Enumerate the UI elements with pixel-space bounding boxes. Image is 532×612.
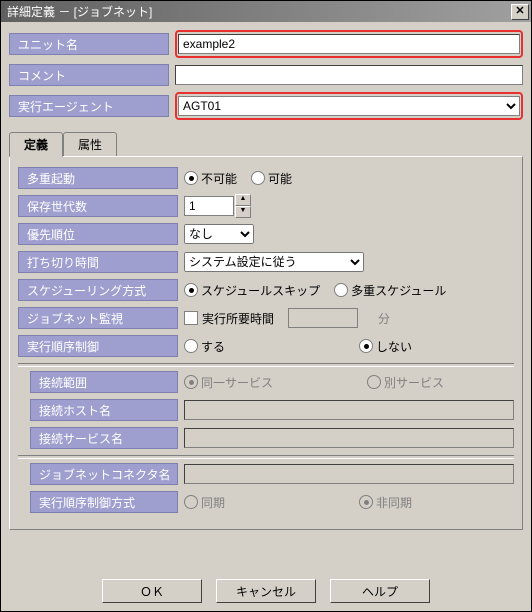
multi-start-no-radio[interactable]: 不可能 xyxy=(184,170,237,187)
priority-label: 優先順位 xyxy=(18,223,178,245)
unit-name-highlight xyxy=(175,30,523,58)
divider xyxy=(18,363,514,367)
generations-stepper[interactable]: ▲▼ xyxy=(184,194,251,218)
generations-label: 保存世代数 xyxy=(18,195,178,217)
comment-label: コメント xyxy=(9,64,169,86)
host-label: 接続ホスト名 xyxy=(30,399,178,421)
agent-select[interactable]: AGT01 xyxy=(178,96,520,116)
host-input xyxy=(184,400,514,420)
tab-bar: 定義 属性 xyxy=(9,134,523,156)
sync-yes-radio: 同期 xyxy=(184,494,225,511)
tab-definition[interactable]: 定義 xyxy=(9,132,63,157)
order-control-label: 実行順序制御 xyxy=(18,335,178,357)
priority-select[interactable]: なし xyxy=(184,224,254,244)
unit-name-input[interactable] xyxy=(178,34,520,54)
monitor-unit: 分 xyxy=(378,310,390,327)
cancel-button[interactable]: キャンセル xyxy=(216,579,316,603)
help-button[interactable]: ヘルプ xyxy=(330,579,430,603)
sync-yes-text: 同期 xyxy=(201,494,225,511)
scheduling-label: スケジューリング方式 xyxy=(18,279,178,301)
monitor-checkbox[interactable]: 実行所要時間 xyxy=(184,310,274,327)
footer-buttons: ＯＫ キャンセル ヘルプ xyxy=(1,579,531,603)
scope-other-radio: 別サービス xyxy=(367,374,444,391)
monitor-label: ジョブネット監視 xyxy=(18,307,178,329)
divider xyxy=(18,455,514,459)
order-no-radio[interactable]: しない xyxy=(359,338,412,355)
comment-input[interactable] xyxy=(175,65,523,85)
order-yes-text: する xyxy=(201,338,225,355)
order-yes-radio[interactable]: する xyxy=(184,338,225,355)
connector-input xyxy=(184,464,514,484)
unit-name-label: ユニット名 xyxy=(9,33,169,55)
definition-panel: 多重起動 不可能 可能 保存世代数 ▲▼ 優先順位 なし 打ち切り時間 xyxy=(9,156,523,530)
monitor-check-text: 実行所要時間 xyxy=(202,310,274,327)
multi-start-yes-radio[interactable]: 可能 xyxy=(251,170,292,187)
multi-start-yes-text: 可能 xyxy=(268,170,292,187)
ok-button[interactable]: ＯＫ xyxy=(102,579,202,603)
top-form: ユニット名 コメント 実行エージェント AGT01 xyxy=(1,22,531,130)
titlebar: 詳細定義 － [ジョブネット] ✕ xyxy=(1,1,531,22)
multi-start-label: 多重起動 xyxy=(18,167,178,189)
multi-start-no-text: 不可能 xyxy=(201,170,237,187)
sync-no-radio: 非同期 xyxy=(359,494,412,511)
order-no-text: しない xyxy=(376,338,412,355)
cutoff-label: 打ち切り時間 xyxy=(18,251,178,273)
sched-multi-radio[interactable]: 多重スケジュール xyxy=(334,282,446,299)
sync-no-text: 非同期 xyxy=(376,494,412,511)
window: 詳細定義 － [ジョブネット] ✕ ユニット名 コメント 実行エージェント AG… xyxy=(0,0,532,612)
tab-attributes[interactable]: 属性 xyxy=(63,132,117,156)
sync-method-label: 実行順序制御方式 xyxy=(30,491,178,513)
close-icon[interactable]: ✕ xyxy=(511,4,529,20)
scope-same-text: 同一サービス xyxy=(201,374,273,391)
scope-label: 接続範囲 xyxy=(30,371,178,393)
sched-multi-text: 多重スケジュール xyxy=(351,282,446,299)
spin-down-icon[interactable]: ▼ xyxy=(235,206,251,218)
cutoff-select[interactable]: システム設定に従う xyxy=(184,252,364,272)
connector-label: ジョブネットコネクタ名 xyxy=(30,463,178,485)
window-title: 詳細定義 － [ジョブネット] xyxy=(7,3,511,20)
scope-other-text: 別サービス xyxy=(384,374,444,391)
spin-up-icon[interactable]: ▲ xyxy=(235,194,251,206)
agent-highlight: AGT01 xyxy=(175,92,523,120)
service-input xyxy=(184,428,514,448)
scope-same-radio: 同一サービス xyxy=(184,374,273,391)
sched-skip-text: スケジュールスキップ xyxy=(201,282,320,299)
service-label: 接続サービス名 xyxy=(30,427,178,449)
sched-skip-radio[interactable]: スケジュールスキップ xyxy=(184,282,320,299)
agent-label: 実行エージェント xyxy=(9,95,169,117)
monitor-time-input xyxy=(288,308,358,328)
generations-input[interactable] xyxy=(184,196,234,216)
